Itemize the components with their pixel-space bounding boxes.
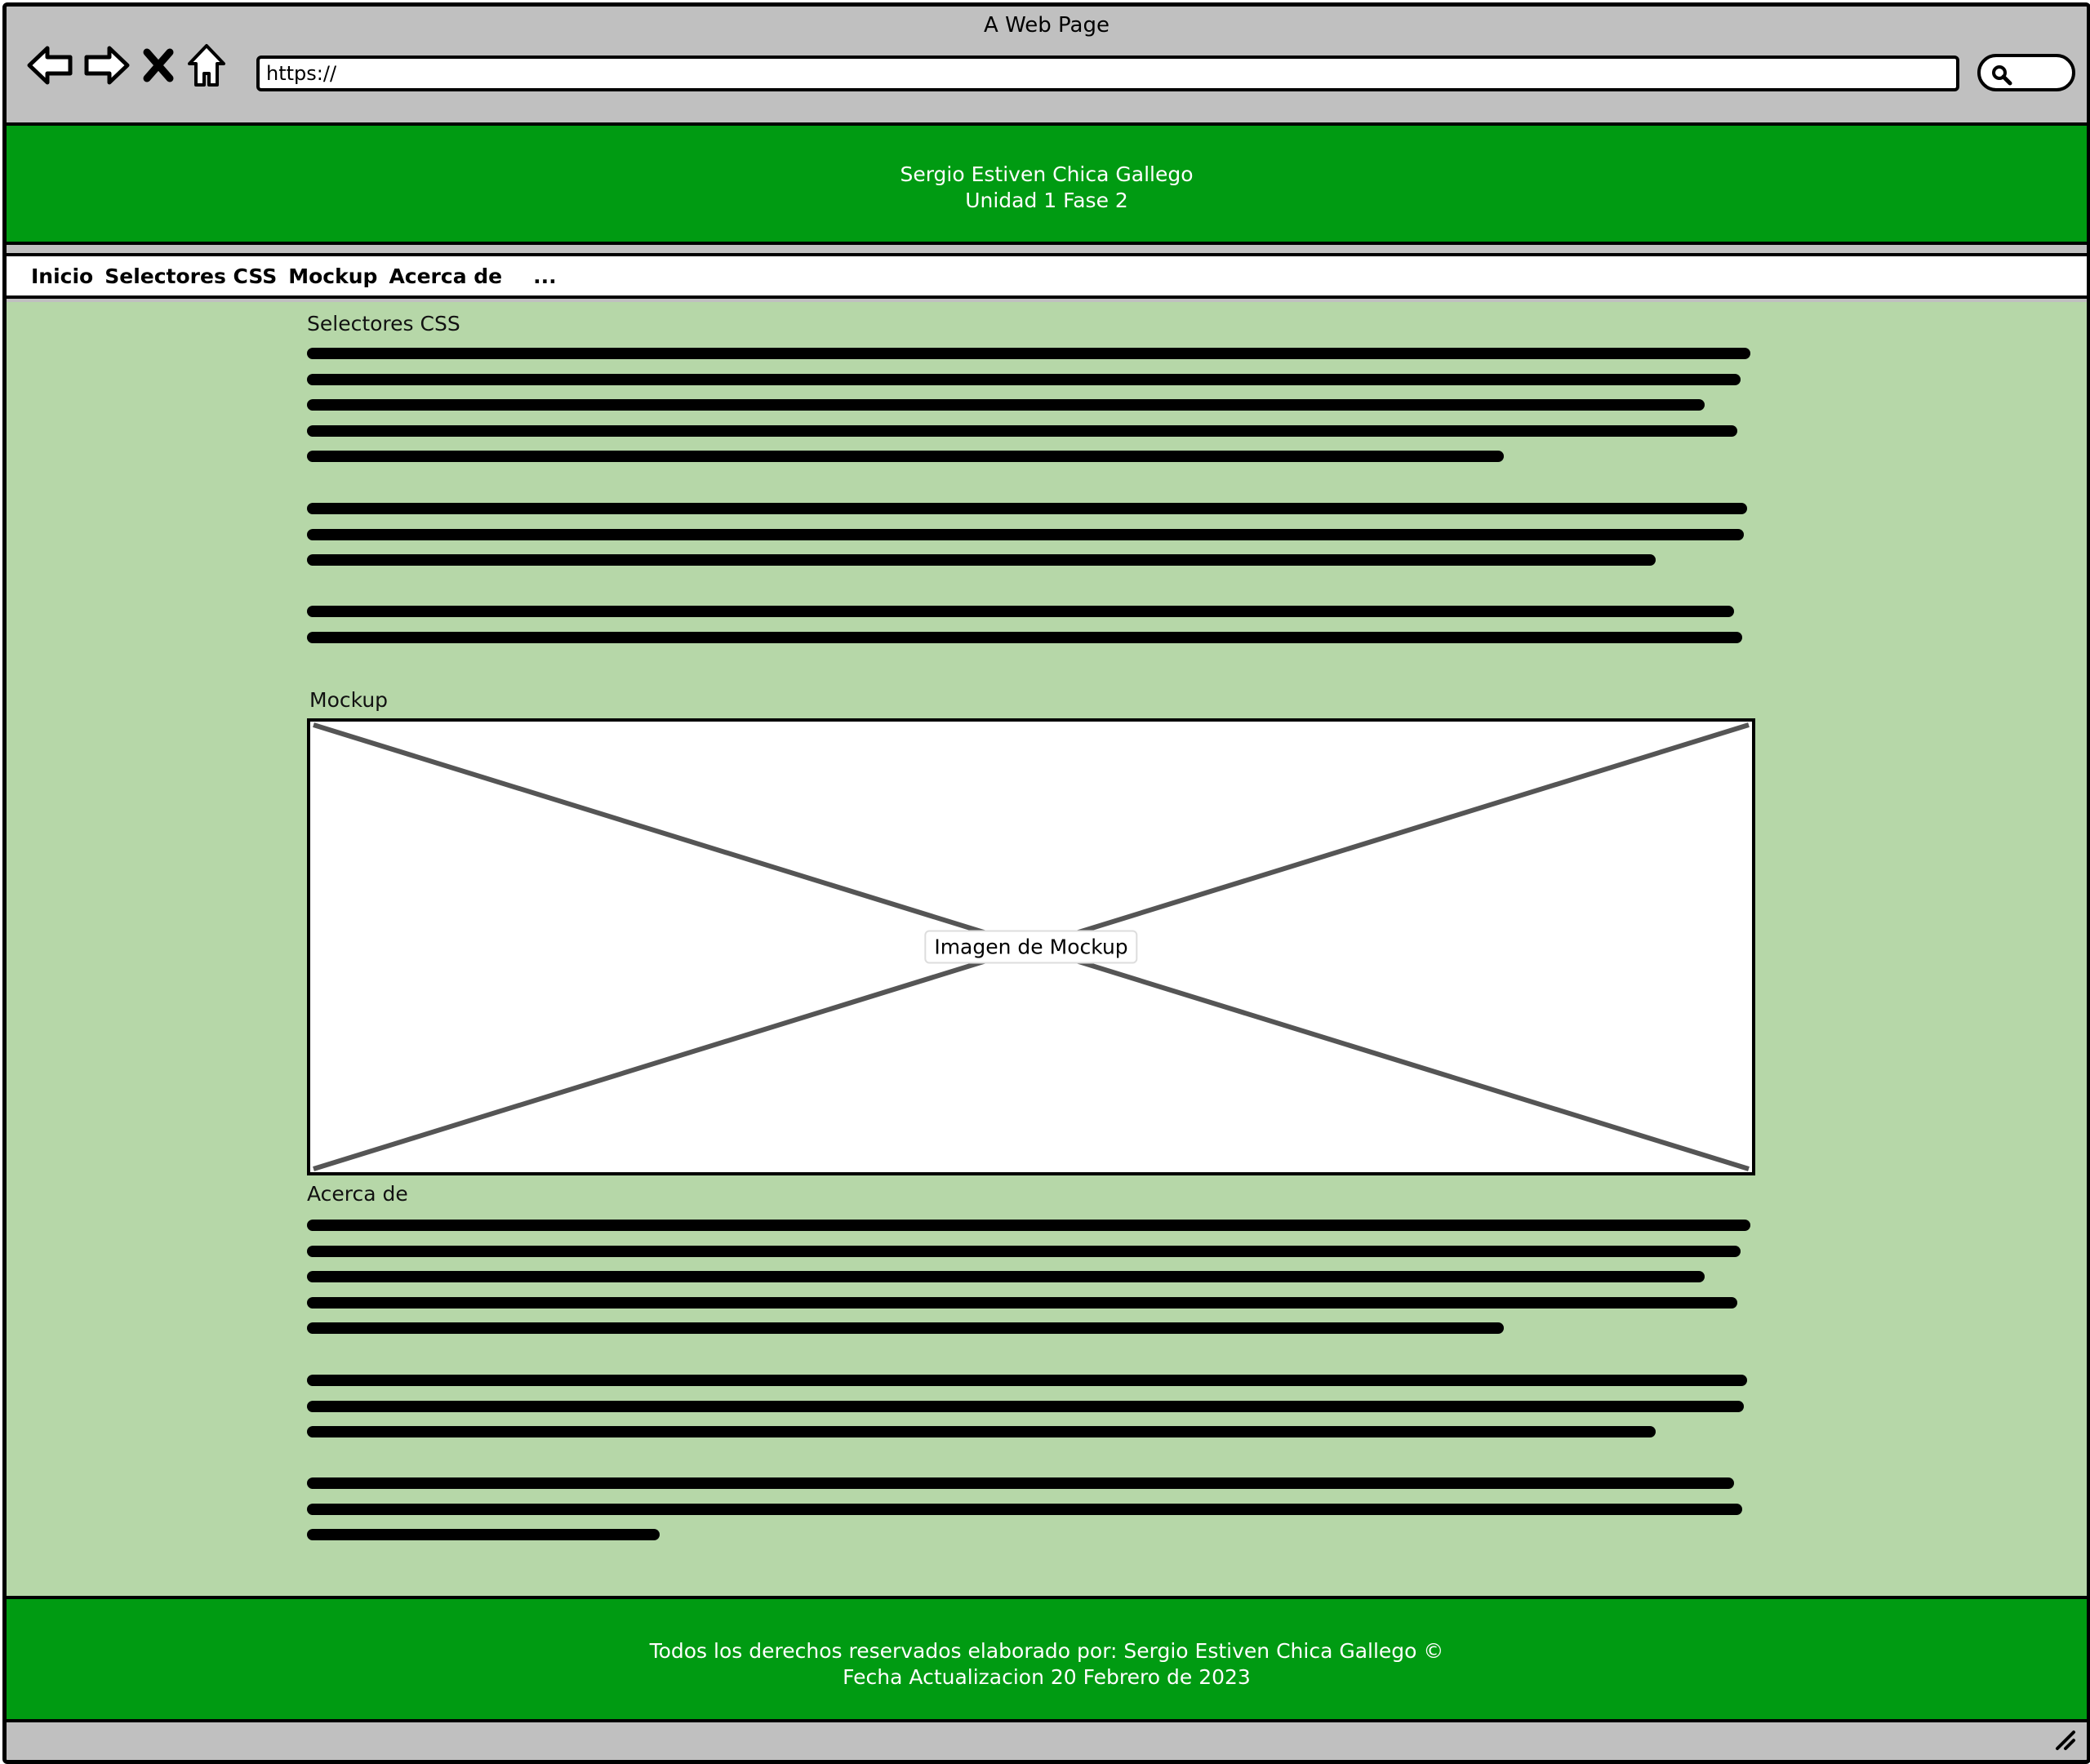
placeholder-paragraph <box>307 1220 1750 1349</box>
search-button[interactable] <box>1977 54 2075 91</box>
footer-updated-date: Fecha Actualizacion 20 Febrero de 2023 <box>843 1665 1251 1689</box>
placeholder-paragraph <box>307 606 1742 657</box>
placeholder-text-line <box>307 1220 1750 1231</box>
nav-item-selectores-css[interactable]: Selectores CSS <box>104 264 277 288</box>
placeholder-text-line <box>307 606 1734 617</box>
section-title-mockup: Mockup <box>309 688 389 712</box>
nav-item-more[interactable]: ... <box>533 264 557 288</box>
placeholder-text-line <box>307 348 1750 359</box>
placeholder-paragraph <box>307 1477 1742 1555</box>
placeholder-text-line <box>307 528 1744 540</box>
status-bar <box>7 1722 2087 1760</box>
placeholder-text-line <box>307 503 1747 514</box>
window-title: A Web Page <box>984 13 1109 38</box>
placeholder-text-line <box>307 1400 1744 1412</box>
placeholder-text-line <box>307 1271 1705 1282</box>
header-subtitle: Unidad 1 Fase 2 <box>965 189 1128 212</box>
nav-item-inicio[interactable]: Inicio <box>31 264 93 288</box>
placeholder-text-line <box>307 1375 1747 1386</box>
resize-grip-icon[interactable] <box>2052 1727 2077 1755</box>
mockup-image-placeholder: Imagen de Mockup <box>307 718 1755 1175</box>
site-nav: Inicio Selectores CSS Mockup Acerca de .… <box>7 253 2087 299</box>
placeholder-text-line <box>307 451 1504 462</box>
section-title-acerca: Acerca de <box>307 1182 408 1206</box>
header-author: Sergio Estiven Chica Gallego <box>900 162 1194 186</box>
forward-arrow-icon[interactable] <box>83 44 131 87</box>
browser-toolbar: A Web Page https:// <box>7 7 2087 121</box>
home-icon[interactable] <box>186 42 227 88</box>
placeholder-text-line <box>307 1477 1734 1489</box>
search-icon <box>1992 65 2012 86</box>
placeholder-text-line <box>307 1245 1741 1257</box>
url-input[interactable]: https:// <box>256 56 1959 91</box>
nav-item-acerca-de[interactable]: Acerca de <box>389 264 502 288</box>
site-footer: Todos los derechos reservados elaborado … <box>7 1596 2087 1722</box>
footer-copyright: Todos los derechos reservados elaborado … <box>649 1639 1444 1663</box>
site-header: Sergio Estiven Chica Gallego Unidad 1 Fa… <box>7 122 2087 245</box>
placeholder-paragraph <box>307 348 1750 477</box>
placeholder-text-line <box>307 631 1742 643</box>
placeholder-text-line <box>307 1426 1656 1437</box>
placeholder-paragraph <box>307 1375 1747 1452</box>
back-arrow-icon[interactable] <box>26 44 73 87</box>
nav-buttons <box>26 42 227 88</box>
placeholder-text-line <box>307 373 1741 385</box>
placeholder-text-line <box>307 1322 1504 1334</box>
placeholder-text-line <box>307 1503 1742 1515</box>
mockup-image-label: Imagen de Mockup <box>924 930 1138 964</box>
browser-window: A Web Page https:// Sergio Estiven Chica… <box>2 2 2090 1764</box>
placeholder-paragraph <box>307 503 1747 580</box>
stop-icon[interactable] <box>140 44 176 87</box>
placeholder-text-line <box>307 554 1656 566</box>
placeholder-text-line <box>307 1296 1737 1309</box>
section-title-selectores: Selectores CSS <box>307 312 460 335</box>
main-content: Selectores CSS Mockup Imagen de Mockup A… <box>7 302 2087 1596</box>
placeholder-text-line <box>307 424 1737 437</box>
nav-item-mockup[interactable]: Mockup <box>288 264 377 288</box>
placeholder-text-line <box>307 1529 660 1540</box>
placeholder-text-line <box>307 399 1705 411</box>
